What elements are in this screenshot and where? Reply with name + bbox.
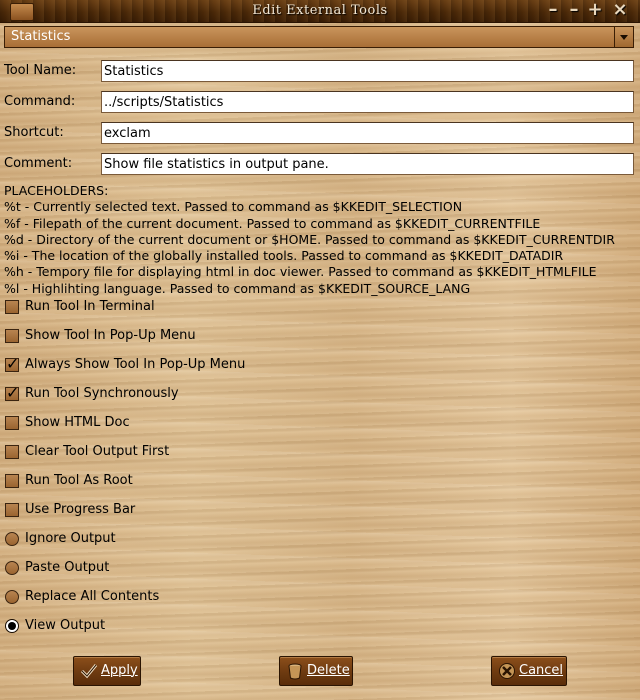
placeholder-line: %h - Tempory file for displaying html in… <box>4 264 597 280</box>
checkbox-label: Run Tool In Terminal <box>25 299 155 314</box>
radio-label: View Output <box>25 618 106 633</box>
tool-name-label: Tool Name: <box>4 63 77 78</box>
placeholders-help: PLACEHOLDERS: %t - Currently selected te… <box>4 183 640 297</box>
trash-icon <box>288 663 302 680</box>
apply-button[interactable]: Apply <box>73 656 141 686</box>
checkmark-icon: ✓ <box>6 354 20 373</box>
placeholder-line: %i - The location of the globally instal… <box>4 248 564 264</box>
apply-label: Apply <box>101 663 138 678</box>
checkbox-box[interactable]: ✓ <box>5 354 20 373</box>
placeholder-line: %t - Currently selected text. Passed to … <box>4 199 463 215</box>
radio-circle[interactable] <box>5 532 19 546</box>
radio-circle[interactable] <box>5 590 19 604</box>
radio-label: Replace All Contents <box>25 589 160 604</box>
radio-label: Ignore Output <box>25 531 116 546</box>
shade-button[interactable]: – <box>544 1 562 20</box>
delete-label: Delete <box>307 663 350 678</box>
cancel-label: Cancel <box>519 663 564 678</box>
checkbox-box[interactable] <box>5 503 19 517</box>
cancel-button[interactable]: Cancel <box>491 656 567 686</box>
radio-label: Paste Output <box>25 560 110 575</box>
comment-label: Comment: <box>4 156 73 171</box>
placeholder-line: %f - Filepath of the current document. P… <box>4 215 541 231</box>
radio-circle[interactable] <box>5 619 19 633</box>
radio-dot-icon <box>8 622 16 630</box>
checkbox-box[interactable] <box>5 445 19 459</box>
radio-circle[interactable] <box>5 561 19 575</box>
comment-field[interactable] <box>101 153 634 175</box>
cancel-icon <box>499 663 515 679</box>
checkbox-label: Always Show Tool In Pop-Up Menu <box>25 357 246 372</box>
tool-name-field[interactable] <box>101 60 634 82</box>
checkbox-label: Show HTML Doc <box>25 415 130 430</box>
checkbox-label: Use Progress Bar <box>25 502 136 517</box>
command-field[interactable] <box>101 91 634 113</box>
checkbox-label: Run Tool Synchronously <box>25 386 179 401</box>
checkbox-box[interactable] <box>5 474 19 488</box>
shortcut-field[interactable] <box>101 122 634 144</box>
dropdown-arrow-icon[interactable] <box>614 27 633 47</box>
checkbox-box[interactable] <box>5 416 19 430</box>
delete-button[interactable]: Delete <box>279 656 353 686</box>
maximize-button[interactable]: + <box>586 1 604 20</box>
minimize-button[interactable]: – <box>565 1 583 20</box>
checkbox-box[interactable]: ✓ <box>5 383 20 402</box>
checkbox-label: Show Tool In Pop-Up Menu <box>25 328 196 343</box>
checkbox-box[interactable] <box>5 329 19 343</box>
placeholder-line: %d - Directory of the current document o… <box>4 231 615 247</box>
close-button[interactable]: × <box>611 1 629 20</box>
tool-select-value: Statistics <box>11 29 71 44</box>
checkmark-icon: ✓ <box>6 383 20 402</box>
title-bar: Edit External Tools – – + × <box>0 0 640 23</box>
checkbox-box[interactable] <box>5 300 19 314</box>
command-label: Command: <box>4 94 76 109</box>
tool-select-combo[interactable]: Statistics <box>4 26 634 48</box>
checkbox-label: Run Tool As Root <box>25 473 133 488</box>
placeholder-line: %l - Highlihting language. Passed to com… <box>4 280 471 296</box>
checkmark-icon <box>80 664 98 679</box>
placeholders-heading: PLACEHOLDERS: <box>4 183 109 198</box>
shortcut-label: Shortcut: <box>4 125 64 140</box>
checkbox-label: Clear Tool Output First <box>25 444 170 459</box>
